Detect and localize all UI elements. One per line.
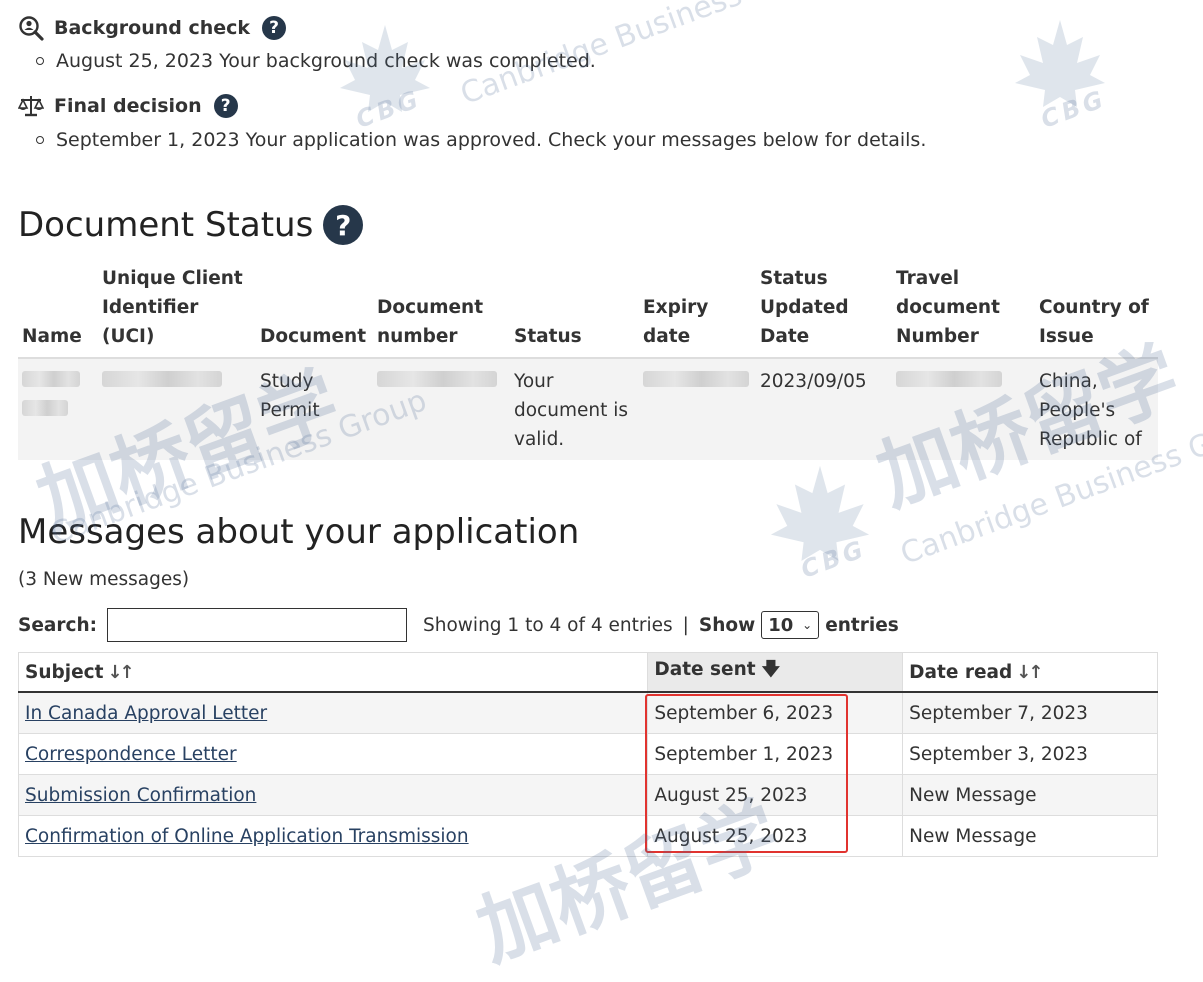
column-header-uci: Unique Client Identifier (UCI) [98, 262, 256, 359]
background-check-text: August 25, 2023 Your background check wa… [56, 50, 596, 72]
help-icon[interactable]: ? [323, 205, 364, 245]
entries-per-page-select[interactable]: 10 ⌄ [761, 611, 820, 639]
maple-leaf-watermark-icon [1015, 20, 1105, 107]
date-sent-cell: August 25, 2023 [647, 815, 904, 857]
message-link[interactable]: In Canada Approval Letter [25, 703, 267, 724]
message-link[interactable]: Correspondence Letter [25, 744, 237, 765]
message-link[interactable]: Confirmation of Online Application Trans… [25, 826, 469, 847]
status-cell: Your document is valid. [510, 358, 639, 460]
watermark-abbr: CBG [352, 84, 426, 134]
expiry-date-cell-redacted [639, 358, 756, 460]
redacted-block [896, 371, 1002, 387]
table-row: Submission Confirmation August 25, 2023 … [18, 774, 1158, 816]
column-header-subject[interactable]: Subject ↓↑ [18, 652, 649, 693]
subject-cell: Confirmation of Online Application Trans… [18, 815, 649, 857]
table-row: Confirmation of Online Application Trans… [18, 815, 1158, 857]
table-row: Study Permit Your document is valid. 202… [18, 358, 1158, 460]
status-updated-cell: 2023/09/05 [756, 358, 892, 460]
search-label: Search: [18, 614, 98, 636]
maple-leaf-watermark-icon [770, 465, 870, 561]
subject-cell: Correspondence Letter [18, 733, 649, 775]
showing-entries-info: Showing 1 to 4 of 4 entries [423, 614, 673, 636]
messages-table: Subject ↓↑ Date sent 🡇 Date read ↓↑ In Cana… [18, 652, 1158, 857]
redacted-block [643, 371, 749, 387]
search-input[interactable] [107, 608, 408, 642]
help-icon[interactable]: ? [262, 16, 287, 40]
watermark-abbr: CBG [1037, 84, 1111, 134]
name-cell-redacted [18, 358, 98, 460]
document-number-cell-redacted [373, 358, 510, 460]
date-sent-header-label: Date sent [654, 659, 756, 680]
date-read-cell: September 3, 2023 [902, 733, 1158, 775]
column-header-name: Name [18, 262, 98, 359]
country-cell: China, People's Republic of [1035, 358, 1158, 460]
final-decision-heading: Final decision ? [18, 93, 238, 119]
separator: | [682, 614, 689, 636]
redacted-block [22, 371, 80, 387]
column-header-date-sent[interactable]: Date sent 🡇 [647, 652, 904, 693]
messages-title: Messages about your application [18, 512, 580, 552]
column-header-travel-doc-number: Travel document Number [892, 262, 1035, 359]
final-decision-item: September 1, 2023 Your application was a… [36, 129, 926, 151]
background-check-title: Background check [54, 17, 251, 39]
date-read-cell: New Message [902, 774, 1158, 816]
table-header-row: Name Unique Client Identifier (UCI) Docu… [18, 262, 1158, 359]
magnifier-person-icon [19, 16, 44, 41]
subject-header-label: Subject [25, 661, 104, 683]
watermark-abbr: CBG [797, 534, 871, 584]
redacted-block [377, 371, 497, 387]
final-decision-title: Final decision [54, 95, 202, 117]
sort-descending-icon: 🡇 [761, 659, 781, 680]
travel-doc-number-cell-redacted [892, 358, 1035, 460]
column-header-expiry-date: Expiry date [639, 262, 756, 359]
document-status-title: Document Status [18, 205, 314, 245]
chevron-down-icon: ⌄ [802, 618, 813, 632]
column-header-date-read[interactable]: Date read ↓↑ [902, 652, 1158, 693]
uci-cell-redacted [98, 358, 256, 460]
column-header-country: Country of Issue [1035, 262, 1158, 359]
date-sent-cell: September 1, 2023 [647, 733, 904, 775]
entries-selected-value: 10 [768, 614, 794, 636]
table-header-row: Subject ↓↑ Date sent 🡇 Date read ↓↑ [18, 652, 1158, 693]
date-read-cell: September 7, 2023 [902, 692, 1158, 734]
show-label: Show [698, 614, 756, 636]
subject-cell: In Canada Approval Letter [18, 692, 649, 734]
messages-controls: Search: Showing 1 to 4 of 4 entries | Sh… [18, 608, 899, 642]
list-bullet [36, 57, 44, 65]
background-check-heading: Background check ? [18, 15, 287, 41]
date-sent-cell: September 6, 2023 [647, 692, 904, 734]
message-link[interactable]: Submission Confirmation [25, 785, 256, 806]
table-row: In Canada Approval Letter September 6, 2… [18, 692, 1158, 734]
column-header-status: Status [510, 262, 639, 359]
scales-icon [18, 96, 44, 117]
application-status-page: Background check ? August 25, 2023 Your … [0, 0, 1203, 978]
list-bullet [36, 136, 44, 144]
redacted-block [22, 400, 68, 416]
messages-heading: Messages about your application [18, 512, 579, 552]
sort-icon: ↓↑ [1016, 661, 1043, 683]
date-read-cell: New Message [902, 815, 1158, 857]
help-icon[interactable]: ? [213, 94, 238, 118]
background-check-item: August 25, 2023 Your background check wa… [36, 50, 596, 72]
table-row: Correspondence Letter September 1, 2023 … [18, 733, 1158, 775]
document-cell: Study Permit [256, 358, 373, 460]
column-header-status-updated: Status Updated Date [756, 262, 892, 359]
document-status-table: Name Unique Client Identifier (UCI) Docu… [18, 262, 1158, 460]
final-decision-text: September 1, 2023 Your application was a… [56, 129, 927, 151]
date-read-header-label: Date read [909, 661, 1013, 683]
redacted-block [102, 371, 222, 387]
subject-cell: Submission Confirmation [18, 774, 649, 816]
document-status-heading: Document Status ? [18, 205, 364, 245]
entries-label: entries [825, 614, 899, 636]
column-header-document: Document [256, 262, 373, 359]
column-header-document-number: Document number [373, 262, 510, 359]
date-sent-cell: August 25, 2023 [647, 774, 904, 816]
sort-icon: ↓↑ [107, 661, 134, 683]
new-messages-count: (3 New messages) [18, 569, 190, 590]
